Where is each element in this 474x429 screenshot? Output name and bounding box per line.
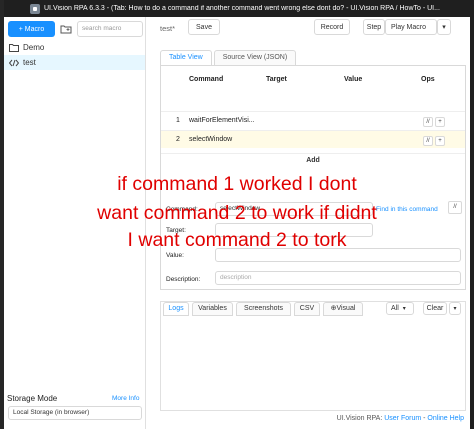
footer: UI.Vision RPA: User Forum - Online Help [337, 415, 464, 422]
chevron-down-icon: ▾ [402, 306, 406, 312]
tree-item-demo[interactable]: Demo [4, 40, 145, 55]
search-macro-input[interactable]: search macro [77, 21, 143, 37]
record-button[interactable]: Record [314, 19, 350, 35]
play-macro-label: Play Macro [391, 23, 427, 31]
table-row[interactable]: 1 waitForElementVisi... // + [161, 111, 465, 129]
tab-table-view[interactable]: Table View [160, 50, 212, 65]
tree-item-test[interactable]: test [4, 55, 145, 70]
row-command: selectWindow [189, 136, 233, 143]
overlay-text-line-2: want command 2 to work if didnt [97, 202, 377, 224]
chevron-down-icon: ▾ [453, 306, 457, 312]
macro-name: test* [160, 24, 176, 33]
code-icon [9, 58, 19, 68]
footer-prefix: UI.Vision RPA: [336, 415, 385, 422]
tree-item-label: Demo [23, 43, 45, 52]
column-header-value: Value [344, 76, 363, 83]
new-macro-button[interactable]: + Macro [8, 21, 55, 37]
comment-out-button[interactable]: // [423, 117, 433, 127]
play-macro-button[interactable]: Play Macro [385, 19, 437, 35]
value-label: Value: [166, 252, 184, 259]
storage-mode-select[interactable]: Local Storage (in browser) [8, 406, 142, 420]
window-titlebar: UI.Vision RPA 6.3.3 - (Tab: How to do a … [4, 0, 470, 17]
row-index: 1 [176, 117, 180, 124]
column-header-target: Target [266, 76, 287, 83]
row-menu-button[interactable]: + [435, 136, 445, 146]
row-menu-button[interactable]: + [435, 117, 445, 127]
tab-variables[interactable]: Variables [192, 302, 233, 316]
comment-out-button[interactable]: // [423, 136, 433, 146]
log-panel: Logs Variables Screenshots CSV ⊕Visual A… [160, 301, 466, 411]
tab-source-view[interactable]: Source View (JSON) [213, 50, 297, 65]
window-title: UI.Vision RPA 6.3.3 - (Tab: How to do a … [44, 5, 440, 12]
more-info-link[interactable]: More Info [112, 395, 139, 402]
tab-visual[interactable]: ⊕Visual [323, 302, 363, 316]
table-header: Command Target Value Ops [161, 76, 465, 89]
column-header-ops: Ops [421, 76, 435, 83]
tab-logs[interactable]: Logs [163, 302, 189, 316]
storage-mode-title: Storage Mode [7, 394, 58, 403]
description-label: Description: [166, 276, 201, 283]
overlay-text-line-3: I want command 2 to tork [127, 229, 347, 251]
chevron-down-icon: ▾ [442, 24, 446, 31]
row-index: 2 [176, 136, 180, 143]
user-forum-link[interactable]: User Forum [384, 415, 421, 422]
row-command: waitForElementVisi... [189, 117, 255, 124]
step-button[interactable]: Step [363, 19, 385, 35]
save-button[interactable]: Save [188, 19, 220, 35]
description-input[interactable]: description [215, 271, 461, 285]
play-options-dropdown[interactable]: ▾ [437, 19, 451, 35]
tab-screenshots[interactable]: Screenshots [236, 302, 291, 316]
view-tabs: Table View Source View (JSON) [160, 50, 298, 65]
tab-csv[interactable]: CSV [294, 302, 320, 316]
tree-item-label: test [23, 58, 36, 67]
overlay-text-line-1: if command 1 worked I dont [117, 173, 357, 195]
log-options-dropdown[interactable]: ▾ [449, 302, 461, 315]
folder-add-icon [60, 25, 72, 34]
column-header-command: Command [189, 76, 224, 83]
table-row[interactable]: 2 selectWindow // + [161, 130, 465, 148]
tab-visual-label: Visual [336, 305, 356, 312]
macro-tree: Demo test [4, 40, 145, 70]
online-help-link[interactable]: Online Help [427, 415, 464, 422]
clear-logs-button[interactable]: Clear [423, 302, 447, 315]
app-logo-icon [30, 3, 40, 14]
add-command-button[interactable]: Add [161, 153, 465, 167]
log-filter-select[interactable]: All ▾ [386, 302, 414, 315]
folder-icon [9, 43, 19, 53]
log-filter-value: All [391, 305, 399, 312]
new-folder-button[interactable] [58, 21, 74, 37]
